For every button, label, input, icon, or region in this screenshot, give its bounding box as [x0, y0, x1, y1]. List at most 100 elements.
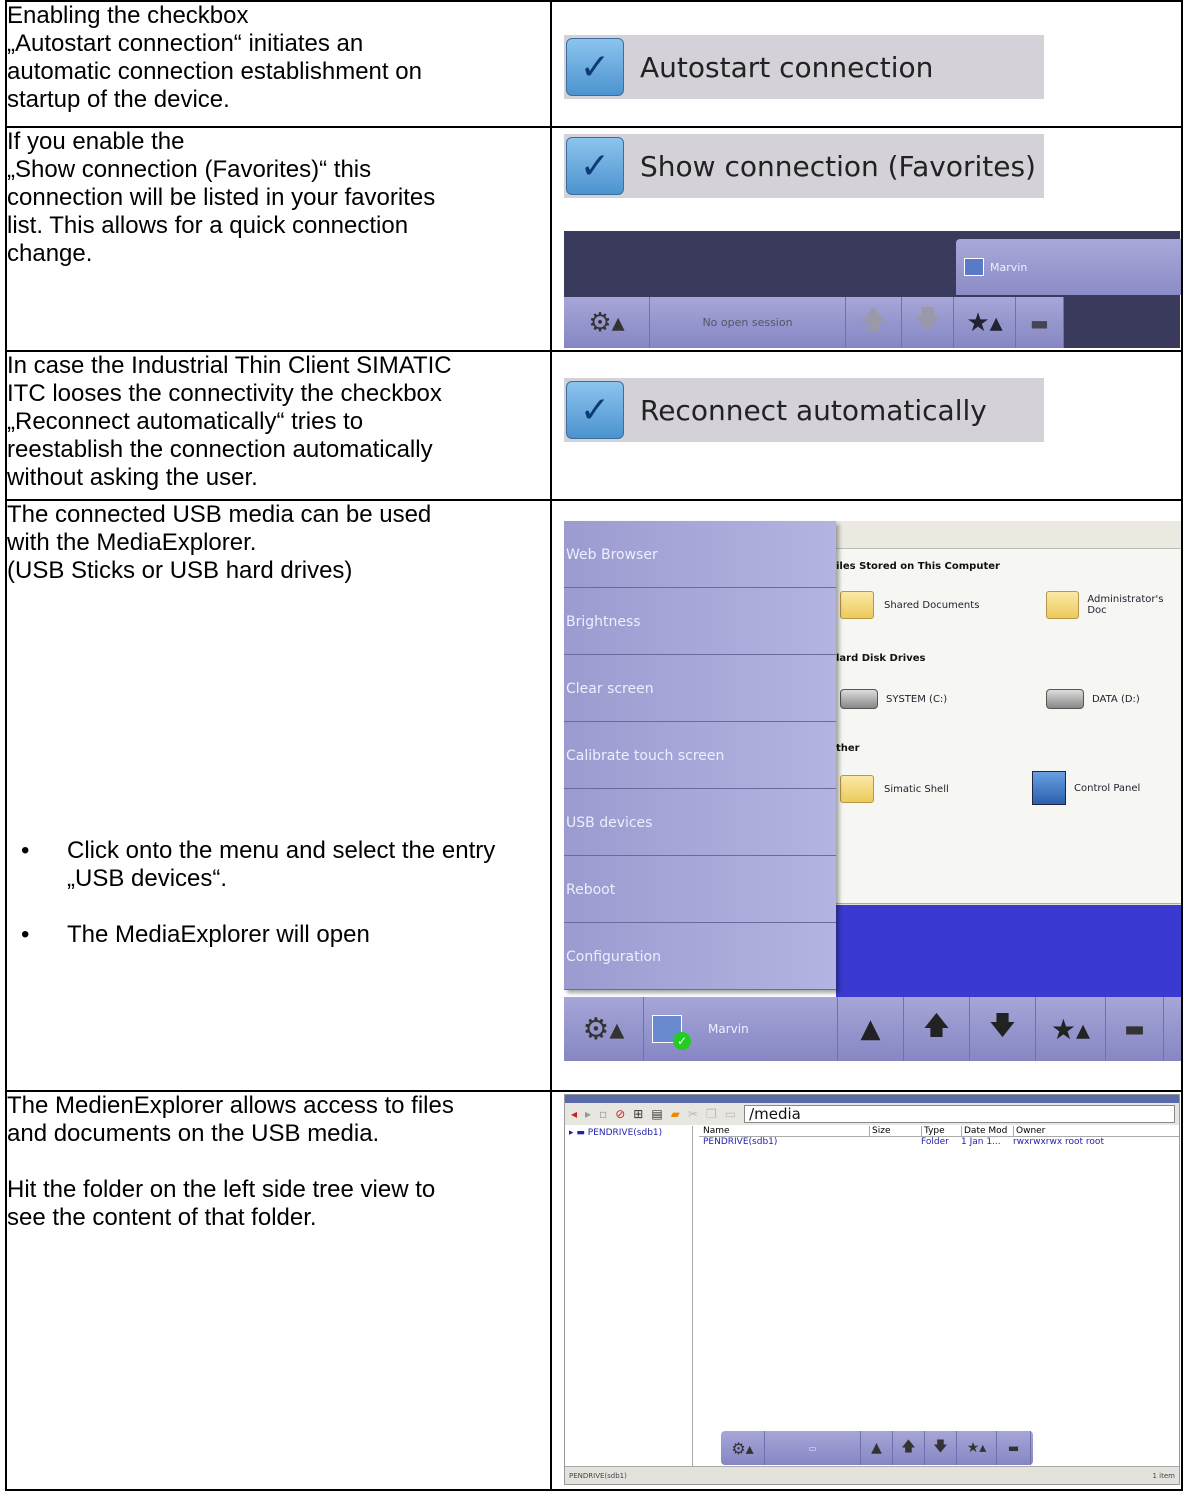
list-item[interactable]: Simatic Shell [840, 775, 949, 803]
status-right: 1 item [1152, 1471, 1176, 1480]
up-icon[interactable]: ▫ [599, 1107, 607, 1121]
menu-item-brightness[interactable]: Brightness [564, 588, 836, 655]
reconnect-checkbox[interactable]: ✓ Reconnect automatically [564, 378, 1044, 442]
column-headers: Name Size Type Date Mod Owner [699, 1126, 1179, 1137]
screenshot-cell: ✓ Reconnect automatically [550, 350, 1183, 501]
forward-icon[interactable]: ▸ [585, 1107, 591, 1121]
list-item[interactable]: Administrator's Doc [1046, 591, 1180, 619]
menu-item-reboot[interactable]: Reboot [564, 856, 836, 923]
section-heading: lard Disk Drives [836, 653, 926, 664]
description-cell: If you enable the „Show connection (Favo… [5, 126, 552, 352]
checkbox-label: Autostart connection [640, 50, 934, 84]
favorite-item-label: Marvin [990, 260, 1028, 274]
control-panel-icon [1032, 771, 1066, 805]
description-cell: In case the Industrial Thin Client SIMAT… [5, 350, 552, 501]
keyboard-icon[interactable]: ▬ [997, 1431, 1031, 1465]
explorer-toolbar [836, 521, 1180, 549]
arrow-down-icon[interactable]: 🡇 [902, 297, 954, 348]
row-text: In case the Industrial Thin Client SIMAT… [7, 352, 452, 491]
row-text: Enabling the checkbox „Autostart connect… [7, 2, 422, 113]
gear-icon[interactable]: ⚙▴ [564, 297, 650, 348]
list-item[interactable]: Control Panel [1032, 771, 1140, 805]
column-header[interactable]: Owner [1013, 1126, 1045, 1136]
column-header[interactable]: Name [699, 1126, 869, 1136]
arrow-up-icon[interactable]: 🡅 [904, 997, 970, 1061]
column-header[interactable]: Date Mod [961, 1126, 1013, 1136]
star-icon[interactable]: ★▴ [957, 1431, 997, 1465]
checkmark-icon: ✓ [566, 38, 624, 96]
keyboard-icon[interactable]: ▬ [1016, 297, 1064, 348]
taskbar: ⚙▴ ▭ ▲ 🡅 🡇 ★▴ ▬ [721, 1431, 1033, 1465]
column-header[interactable]: Size [869, 1126, 921, 1136]
session-label: No open session [650, 297, 846, 348]
keyboard-icon[interactable]: ▬ [1106, 997, 1164, 1061]
triangle-up-icon[interactable]: ▲ [838, 997, 904, 1061]
menu-item-configuration[interactable]: Configuration [564, 923, 836, 990]
icon-view-icon[interactable]: ⊞ [633, 1107, 643, 1121]
file-list: Name Size Type Date Mod Owner PENDRIVE(s… [699, 1126, 1179, 1466]
checkbox-label: Show connection (Favorites) [640, 149, 1036, 183]
arrow-up-icon[interactable]: 🡅 [846, 297, 902, 348]
menu-item-usb-devices[interactable]: USB devices [564, 789, 836, 856]
list-view-icon[interactable]: ▤ [651, 1107, 662, 1121]
title-bar [565, 1095, 1179, 1103]
folder-icon [1046, 591, 1080, 619]
hard-drive-icon [840, 689, 878, 709]
arrow-down-icon[interactable]: 🡇 [925, 1431, 957, 1465]
instructions-table: Enabling the checkbox „Autostart connect… [5, 0, 1183, 1491]
arrow-up-icon[interactable]: 🡅 [893, 1431, 925, 1465]
list-item: • The MediaExplorer will open [21, 921, 370, 948]
checkbox-label: Reconnect automatically [640, 393, 987, 427]
list-item[interactable]: Shared Documents [840, 591, 979, 619]
folder-icon [840, 591, 874, 619]
autostart-checkbox[interactable]: ✓ Autostart connection [564, 35, 1044, 99]
list-item[interactable]: DATA (D:) [1046, 689, 1140, 709]
row-text: The connected USB media can be used with… [7, 501, 432, 584]
stop-icon[interactable]: ⊘ [615, 1107, 625, 1121]
windows-explorer-background: iles Stored on This Computer Shared Docu… [836, 521, 1180, 929]
table-row: Enabling the checkbox „Autostart connect… [5, 0, 1183, 128]
blue-background [836, 905, 1180, 999]
list-item[interactable]: SYSTEM (C:) [840, 689, 947, 709]
back-icon[interactable]: ◂ [571, 1107, 577, 1121]
file-size [869, 1137, 921, 1147]
table-row: If you enable the „Show connection (Favo… [5, 126, 1183, 352]
system-menu: Web Browser Brightness Clear screen Cali… [564, 521, 836, 990]
menu-item-calibrate[interactable]: Calibrate touch screen [564, 722, 836, 789]
menu-item-clear-screen[interactable]: Clear screen [564, 655, 836, 722]
gear-icon[interactable]: ⚙▴ [721, 1431, 765, 1465]
menu-item-web-browser[interactable]: Web Browser [564, 521, 836, 588]
column-header[interactable]: Type [921, 1126, 961, 1136]
session-button[interactable]: ✓ Marvin [644, 997, 838, 1061]
path-input[interactable]: /media [744, 1105, 1175, 1123]
desktop-icon [964, 258, 984, 276]
favorites-popup[interactable]: Marvin [956, 239, 1180, 295]
row-text: The MedienExplorer allows access to file… [7, 1092, 454, 1231]
description-cell: The MedienExplorer allows access to file… [5, 1090, 552, 1491]
gear-icon[interactable]: ⚙▴ [564, 997, 644, 1061]
hard-drive-icon [1046, 689, 1084, 709]
file-owner: rwxrwxrwx root root [1013, 1137, 1104, 1147]
triangle-up-icon[interactable]: ▲ [861, 1431, 893, 1465]
taskbar: ⚙▴ No open session 🡅 🡇 ★▴ ▬ [564, 297, 1064, 348]
arrow-down-icon[interactable]: 🡇 [970, 997, 1036, 1061]
tree-item[interactable]: ▸ ▬ PENDRIVE(sdb1) [565, 1126, 692, 1140]
status-bar: PENDRIVE(sdb1) 1 item [565, 1466, 1179, 1484]
table-row: The connected USB media can be used with… [5, 499, 1183, 1092]
session-button[interactable]: ▭ [765, 1431, 861, 1465]
paste-icon[interactable]: ▭ [725, 1107, 736, 1121]
checkmark-icon: ✓ [566, 381, 624, 439]
folder-icon[interactable]: ▰ [671, 1107, 680, 1121]
screenshot-cell: ✓ Show connection (Favorites) Marvin ⚙▴ … [550, 126, 1183, 352]
screenshot-cell: iles Stored on This Computer Shared Docu… [550, 499, 1183, 1092]
explorer-toolbar: ◂ ▸ ▫ ⊘ ⊞ ▤ ▰ ✂ ❐ ▭ /media [565, 1103, 1179, 1125]
session-connected-icon: ✓ [652, 1015, 691, 1050]
star-icon[interactable]: ★▴ [1036, 997, 1106, 1061]
file-type: Folder [921, 1137, 949, 1147]
cut-icon[interactable]: ✂ [688, 1107, 698, 1121]
star-icon[interactable]: ★▴ [954, 297, 1016, 348]
table-row[interactable]: PENDRIVE(sdb1) Folder 1 Jan 1... rwxrwxr… [699, 1137, 1179, 1147]
copy-icon[interactable]: ❐ [706, 1107, 717, 1121]
status-left: PENDRIVE(sdb1) [569, 1471, 627, 1480]
favorites-checkbox[interactable]: ✓ Show connection (Favorites) [564, 134, 1044, 198]
